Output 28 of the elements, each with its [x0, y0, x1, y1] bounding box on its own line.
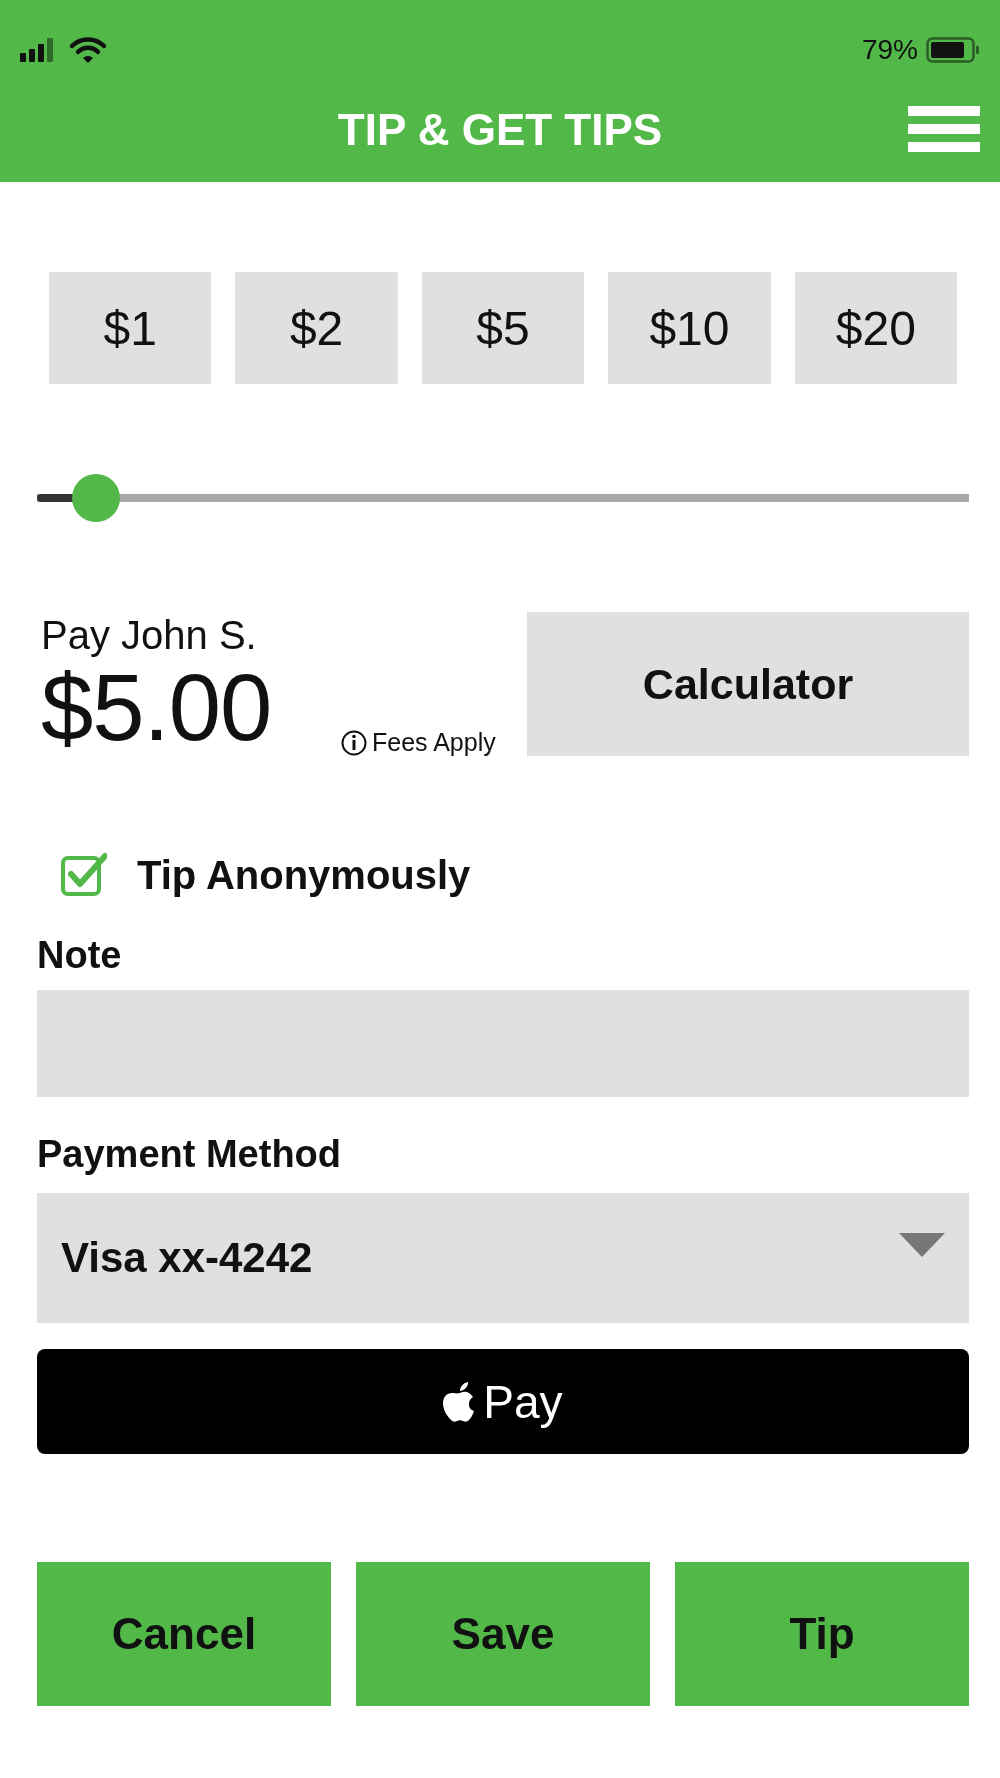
- note-field[interactable]: [37, 990, 969, 1097]
- payment-method-dropdown[interactable]: Visa xx-4242: [37, 1193, 969, 1323]
- slider-thumb[interactable]: [71, 474, 120, 522]
- checkbox-label: Tip Anonymously: [137, 852, 471, 898]
- action-button[interactable]: Tip: [675, 1562, 969, 1706]
- action-button[interactable]: Cancel: [37, 1562, 331, 1706]
- battery-percentage: 79%: [861, 34, 918, 66]
- action-button[interactable]: Save: [356, 1562, 650, 1706]
- signal-icon: [20, 38, 56, 62]
- payment-method-label: Payment Method: [37, 1132, 343, 1177]
- apple-pay-button[interactable]: Pay: [37, 1349, 969, 1454]
- wifi-icon: [70, 37, 106, 63]
- fees-note: Fees Apply: [372, 728, 496, 757]
- app-title: TIP & GET TIPS: [337, 104, 663, 156]
- checkbox[interactable]: [61, 852, 107, 898]
- caret-icon: [899, 1233, 945, 1257]
- amount-button[interactable]: $10: [608, 272, 771, 384]
- amount-button[interactable]: $5: [421, 272, 585, 384]
- amount-button[interactable]: $20: [794, 272, 958, 384]
- amount-button[interactable]: $2: [235, 272, 398, 384]
- note-label: Note: [37, 933, 123, 978]
- tip-amount: $5.00: [41, 658, 273, 758]
- calculator-button[interactable]: Calculator: [527, 612, 969, 756]
- payee-label: Pay John S.: [41, 612, 258, 658]
- info-icon[interactable]: [341, 729, 367, 756]
- battery-icon: [926, 37, 980, 63]
- amount-button[interactable]: $1: [49, 272, 212, 384]
- menu-icon[interactable]: [908, 106, 980, 152]
